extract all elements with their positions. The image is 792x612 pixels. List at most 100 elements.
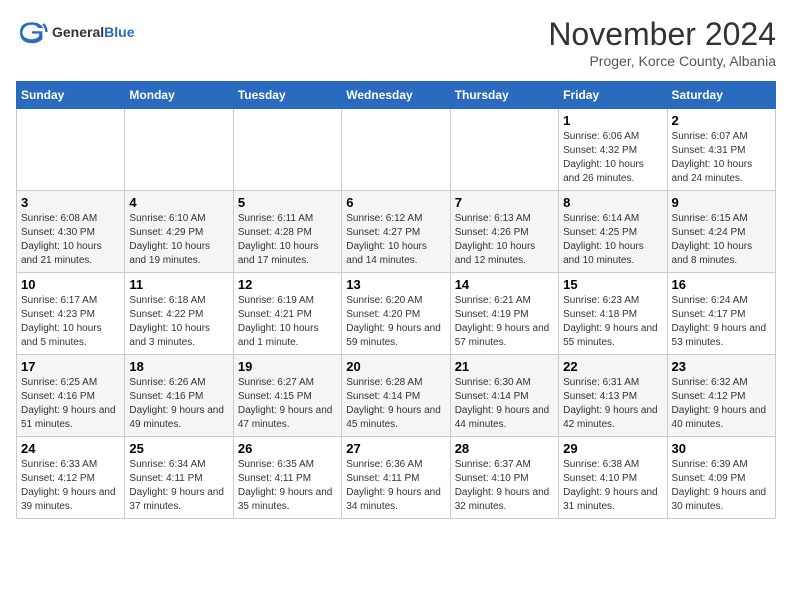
calendar-cell: 29Sunrise: 6:38 AMSunset: 4:10 PMDayligh… <box>559 437 667 519</box>
day-info: Sunrise: 6:07 AMSunset: 4:31 PMDaylight:… <box>672 130 771 186</box>
weekday-header-tuesday: Tuesday <box>233 82 341 109</box>
weekday-header-wednesday: Wednesday <box>342 82 450 109</box>
day-number: 9 <box>672 195 771 210</box>
day-info: Sunrise: 6:24 AMSunset: 4:17 PMDaylight:… <box>672 294 771 350</box>
logo: GeneralBlue <box>16 16 134 48</box>
weekday-header-monday: Monday <box>125 82 233 109</box>
day-info: Sunrise: 6:34 AMSunset: 4:11 PMDaylight:… <box>129 458 228 514</box>
calendar-cell: 24Sunrise: 6:33 AMSunset: 4:12 PMDayligh… <box>17 437 125 519</box>
calendar-cell <box>342 109 450 191</box>
day-number: 10 <box>21 277 120 292</box>
calendar-cell: 18Sunrise: 6:26 AMSunset: 4:16 PMDayligh… <box>125 355 233 437</box>
day-number: 13 <box>346 277 445 292</box>
title-area: November 2024 Proger, Korce County, Alba… <box>548 16 776 69</box>
calendar-week-5: 24Sunrise: 6:33 AMSunset: 4:12 PMDayligh… <box>17 437 776 519</box>
day-number: 6 <box>346 195 445 210</box>
calendar-cell: 8 Sunrise: 6:14 AMSunset: 4:25 PMDaylight… <box>559 191 667 273</box>
logo-icon <box>16 16 48 48</box>
day-info: Sunrise: 6:21 AMSunset: 4:19 PMDaylight:… <box>455 294 554 350</box>
calendar-cell: 25 Sunrise: 6:34 AMSunset: 4:11 PMDayligh… <box>125 437 233 519</box>
day-number: 8 <box>563 195 662 210</box>
calendar-cell: 30Sunrise: 6:39 AMSunset: 4:09 PMDayligh… <box>667 437 775 519</box>
calendar-cell: 26 Sunrise: 6:35 AMSunset: 4:11 PMDayligh… <box>233 437 341 519</box>
day-number: 15 <box>563 277 662 292</box>
calendar-cell: 27Sunrise: 6:36 AMSunset: 4:11 PMDayligh… <box>342 437 450 519</box>
day-number: 11 <box>129 277 228 292</box>
calendar-cell: 16 Sunrise: 6:24 AMSunset: 4:17 PMDayligh… <box>667 273 775 355</box>
day-info: Sunrise: 6:08 AMSunset: 4:30 PMDaylight:… <box>21 212 120 268</box>
day-number: 21 <box>455 359 554 374</box>
calendar-cell: 6 Sunrise: 6:12 AMSunset: 4:27 PMDaylight… <box>342 191 450 273</box>
day-number: 14 <box>455 277 554 292</box>
day-info: Sunrise: 6:17 AMSunset: 4:23 PMDaylight:… <box>21 294 120 350</box>
calendar-cell: 19 Sunrise: 6:27 AMSunset: 4:15 PMDayligh… <box>233 355 341 437</box>
day-info: Sunrise: 6:31 AMSunset: 4:13 PMDaylight:… <box>563 376 662 432</box>
day-number: 28 <box>455 441 554 456</box>
calendar-cell: 28Sunrise: 6:37 AMSunset: 4:10 PMDayligh… <box>450 437 558 519</box>
day-info: Sunrise: 6:27 AMSunset: 4:15 PMDaylight:… <box>238 376 337 432</box>
calendar-cell: 17 Sunrise: 6:25 AMSunset: 4:16 PMDayligh… <box>17 355 125 437</box>
calendar-cell: 10 Sunrise: 6:17 AMSunset: 4:23 PMDayligh… <box>17 273 125 355</box>
day-info: Sunrise: 6:39 AMSunset: 4:09 PMDaylight:… <box>672 458 771 514</box>
weekday-header-friday: Friday <box>559 82 667 109</box>
day-number: 12 <box>238 277 337 292</box>
calendar-week-3: 10 Sunrise: 6:17 AMSunset: 4:23 PMDayligh… <box>17 273 776 355</box>
calendar-cell <box>17 109 125 191</box>
calendar-cell <box>125 109 233 191</box>
weekday-header-thursday: Thursday <box>450 82 558 109</box>
day-info: Sunrise: 6:30 AMSunset: 4:14 PMDaylight:… <box>455 376 554 432</box>
day-info: Sunrise: 6:13 AMSunset: 4:26 PMDaylight:… <box>455 212 554 268</box>
day-number: 16 <box>672 277 771 292</box>
day-number: 17 <box>21 359 120 374</box>
calendar-cell: 13Sunrise: 6:20 AMSunset: 4:20 PMDayligh… <box>342 273 450 355</box>
calendar-cell: 12 Sunrise: 6:19 AMSunset: 4:21 PMDayligh… <box>233 273 341 355</box>
day-number: 7 <box>455 195 554 210</box>
day-number: 1 <box>563 113 662 128</box>
calendar-cell: 11 Sunrise: 6:18 AMSunset: 4:22 PMDayligh… <box>125 273 233 355</box>
calendar-cell <box>233 109 341 191</box>
day-info: Sunrise: 6:32 AMSunset: 4:12 PMDaylight:… <box>672 376 771 432</box>
calendar-week-4: 17 Sunrise: 6:25 AMSunset: 4:16 PMDayligh… <box>17 355 776 437</box>
day-info: Sunrise: 6:23 AMSunset: 4:18 PMDaylight:… <box>563 294 662 350</box>
day-info: Sunrise: 6:12 AMSunset: 4:27 PMDaylight:… <box>346 212 445 268</box>
day-number: 25 <box>129 441 228 456</box>
calendar-week-2: 3 Sunrise: 6:08 AMSunset: 4:30 PMDaylight… <box>17 191 776 273</box>
calendar-cell: 1 Sunrise: 6:06 AMSunset: 4:32 PMDaylight… <box>559 109 667 191</box>
day-number: 26 <box>238 441 337 456</box>
day-info: Sunrise: 6:28 AMSunset: 4:14 PMDaylight:… <box>346 376 445 432</box>
day-number: 22 <box>563 359 662 374</box>
day-info: Sunrise: 6:15 AMSunset: 4:24 PMDaylight:… <box>672 212 771 268</box>
calendar-cell: 14 Sunrise: 6:21 AMSunset: 4:19 PMDayligh… <box>450 273 558 355</box>
month-title: November 2024 <box>548 16 776 53</box>
calendar-cell: 20Sunrise: 6:28 AMSunset: 4:14 PMDayligh… <box>342 355 450 437</box>
day-number: 4 <box>129 195 228 210</box>
day-number: 24 <box>21 441 120 456</box>
day-number: 5 <box>238 195 337 210</box>
day-number: 19 <box>238 359 337 374</box>
day-info: Sunrise: 6:11 AMSunset: 4:28 PMDaylight:… <box>238 212 337 268</box>
day-info: Sunrise: 6:06 AMSunset: 4:32 PMDaylight:… <box>563 130 662 186</box>
calendar-cell: 9 Sunrise: 6:15 AMSunset: 4:24 PMDaylight… <box>667 191 775 273</box>
day-number: 2 <box>672 113 771 128</box>
day-number: 27 <box>346 441 445 456</box>
day-number: 29 <box>563 441 662 456</box>
logo-text: GeneralBlue <box>52 24 134 40</box>
calendar-cell: 7 Sunrise: 6:13 AMSunset: 4:26 PMDaylight… <box>450 191 558 273</box>
page-header: GeneralBlue November 2024 Proger, Korce … <box>16 16 776 69</box>
day-number: 3 <box>21 195 120 210</box>
calendar-cell: 3 Sunrise: 6:08 AMSunset: 4:30 PMDaylight… <box>17 191 125 273</box>
calendar-week-1: 1 Sunrise: 6:06 AMSunset: 4:32 PMDaylight… <box>17 109 776 191</box>
calendar-cell: 5 Sunrise: 6:11 AMSunset: 4:28 PMDaylight… <box>233 191 341 273</box>
day-info: Sunrise: 6:26 AMSunset: 4:16 PMDaylight:… <box>129 376 228 432</box>
day-info: Sunrise: 6:19 AMSunset: 4:21 PMDaylight:… <box>238 294 337 350</box>
calendar-cell <box>450 109 558 191</box>
day-info: Sunrise: 6:25 AMSunset: 4:16 PMDaylight:… <box>21 376 120 432</box>
calendar-cell: 21 Sunrise: 6:30 AMSunset: 4:14 PMDayligh… <box>450 355 558 437</box>
day-info: Sunrise: 6:14 AMSunset: 4:25 PMDaylight:… <box>563 212 662 268</box>
day-info: Sunrise: 6:18 AMSunset: 4:22 PMDaylight:… <box>129 294 228 350</box>
day-info: Sunrise: 6:35 AMSunset: 4:11 PMDaylight:… <box>238 458 337 514</box>
calendar-cell: 22 Sunrise: 6:31 AMSunset: 4:13 PMDayligh… <box>559 355 667 437</box>
calendar-cell: 2 Sunrise: 6:07 AMSunset: 4:31 PMDaylight… <box>667 109 775 191</box>
weekday-header-row: SundayMondayTuesdayWednesdayThursdayFrid… <box>17 82 776 109</box>
calendar: SundayMondayTuesdayWednesdayThursdayFrid… <box>16 81 776 519</box>
